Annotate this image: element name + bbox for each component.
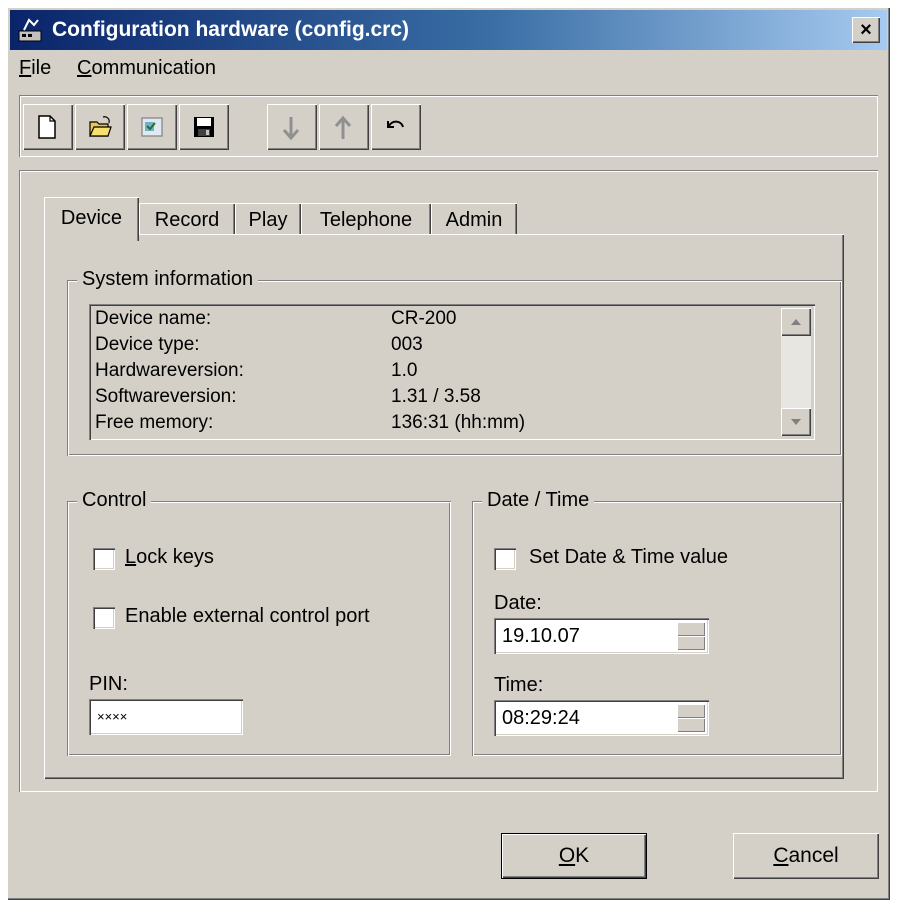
toolbar (19, 95, 878, 157)
scroll-up-button[interactable] (781, 308, 811, 336)
list-item: Softwareversion: 1.31 / 3.58 (95, 386, 481, 407)
cancel-button[interactable]: Cancel (733, 833, 879, 879)
close-icon: × (860, 19, 872, 41)
date-spinner[interactable] (677, 622, 705, 650)
pin-label: PIN: (89, 673, 128, 695)
date-label: Date: (494, 592, 542, 614)
open-folder-icon (89, 116, 112, 137)
date-value: 19.10.07 (502, 625, 580, 647)
menu-communication[interactable]: Communication (77, 57, 216, 80)
spin-up-button[interactable] (677, 704, 705, 718)
tab-device[interactable]: Device (44, 197, 139, 241)
ok-button[interactable]: OK (501, 833, 647, 879)
datetime-group: Date / Time Set Date & Time value Date: … (472, 489, 842, 756)
spin-down-button[interactable] (677, 636, 705, 650)
arrow-up-icon (334, 115, 352, 139)
content-panel: Device Record Play Telephone Admin Syste… (19, 170, 878, 792)
save-button[interactable] (179, 104, 229, 150)
title-bar[interactable]: Configuration hardware (config.crc) × (10, 10, 887, 50)
date-input[interactable]: 19.10.07 (494, 618, 709, 654)
external-port-label[interactable]: Enable external control port (125, 605, 370, 628)
triangle-up-icon (791, 319, 801, 325)
list-item: Device name: CR-200 (95, 308, 457, 329)
list-scrollbar[interactable] (781, 308, 811, 436)
pin-input[interactable]: ×××× (89, 699, 243, 735)
time-value: 08:29:24 (502, 707, 580, 729)
properties-icon (141, 117, 163, 137)
system-info-list[interactable]: Device name: CR-200 Device type: 003 Hardw… (89, 304, 815, 440)
lock-keys-label[interactable]: Lock keys (125, 546, 214, 569)
datetime-title: Date / Time (482, 489, 595, 512)
control-group: Control Lock keys Enable external contro… (67, 489, 451, 756)
app-icon (18, 18, 42, 42)
time-input[interactable]: 08:29:24 (494, 700, 709, 736)
list-item: Hardwareversion: 1.0 (95, 360, 418, 381)
properties-button[interactable] (127, 104, 177, 150)
spin-up-button[interactable] (677, 622, 705, 636)
arrow-down-icon (282, 117, 300, 141)
lock-keys-checkbox[interactable] (93, 548, 115, 570)
triangle-down-icon (791, 419, 801, 425)
undo-button[interactable] (371, 104, 421, 150)
spin-down-button[interactable] (677, 718, 705, 732)
list-item: Free memory: 136:31 (hh:mm) (95, 412, 526, 433)
open-button[interactable] (75, 104, 125, 150)
control-title: Control (77, 489, 152, 512)
upload-button[interactable] (319, 104, 369, 150)
system-info-group: System information Device name: CR-200 De… (67, 268, 842, 456)
save-icon (194, 117, 214, 137)
window-title: Configuration hardware (config.crc) (52, 18, 410, 41)
external-port-checkbox[interactable] (93, 607, 115, 629)
new-button[interactable] (23, 104, 73, 150)
new-icon (38, 115, 56, 139)
time-spinner[interactable] (677, 704, 705, 732)
undo-icon (387, 120, 404, 128)
set-datetime-checkbox[interactable] (494, 548, 516, 570)
close-button[interactable]: × (852, 17, 880, 43)
set-datetime-label[interactable]: Set Date & Time value (529, 546, 728, 569)
config-dialog: Configuration hardware (config.crc) × Fi… (7, 7, 890, 900)
device-tab-page: System information Device name: CR-200 De… (44, 234, 844, 779)
menu-file[interactable]: File (19, 57, 51, 80)
system-info-title: System information (77, 268, 259, 291)
time-label: Time: (494, 674, 544, 696)
list-item: Device type: 003 (95, 334, 423, 355)
download-button[interactable] (267, 104, 317, 150)
scroll-down-button[interactable] (781, 408, 811, 436)
